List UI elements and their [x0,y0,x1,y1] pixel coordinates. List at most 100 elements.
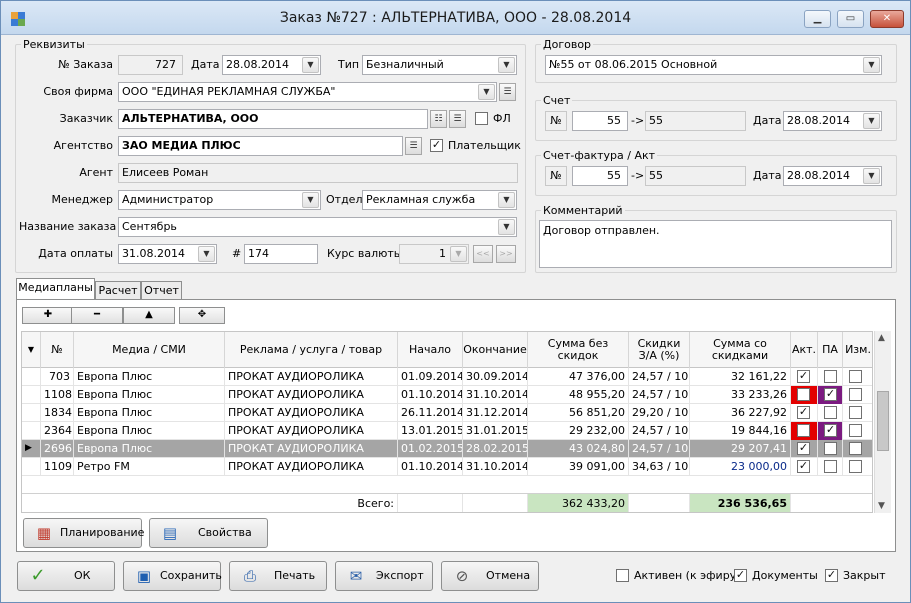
prev-button[interactable]: << [473,245,493,263]
title-bar: Заказ №727 : АЛЬТЕРНАТИВА, ООО - 28.08.2… [1,1,910,35]
comment-textarea[interactable]: Договор отправлен. [539,220,892,268]
chevron-down-icon[interactable]: ▼ [478,84,495,100]
fl-checkbox[interactable] [475,112,488,125]
chevron-down-icon[interactable]: ▼ [863,113,880,129]
own-firm-select[interactable]: ООО "ЕДИНАЯ РЕКЛАМНАЯ СЛУЖБА" ▼ [118,82,497,102]
closed-checkbox[interactable]: ✓ [825,569,838,582]
pay-date-field[interactable]: 31.08.2014 ▼ [118,244,217,264]
pa-checkbox[interactable]: ✓ [824,388,837,401]
act-checkbox[interactable]: ✓ [797,406,810,419]
act-date-field[interactable]: 28.08.2014 ▼ [783,166,882,186]
scroll-thumb[interactable] [877,391,889,451]
type-select[interactable]: Безналичный ▼ [362,55,517,75]
manager-select[interactable]: Администратор ▼ [118,190,321,210]
pa-checkbox[interactable] [824,460,837,473]
col-start[interactable]: Начало [398,332,463,368]
chevron-down-icon[interactable]: ▼ [498,219,515,235]
chevron-down-icon[interactable]: ▼ [302,57,319,73]
sort-icon[interactable]: ▼ [22,332,41,368]
cell-num: 703 [41,368,74,386]
chevron-up-icon[interactable]: ▲ [878,333,885,343]
chg-checkbox[interactable] [849,442,862,455]
planning-button[interactable]: ▦ Планирование [23,518,144,548]
payer-checkbox[interactable]: ✓ [430,139,443,152]
list-icon[interactable]: ☰ [499,83,516,101]
chg-checkbox[interactable] [849,460,862,473]
chevron-down-icon[interactable]: ▼ [498,57,515,73]
chevron-down-icon[interactable]: ▼ [498,192,515,208]
chg-checkbox[interactable] [849,370,862,383]
order-date-field[interactable]: 28.08.2014 ▼ [222,55,321,75]
chg-checkbox[interactable] [849,406,862,419]
chevron-down-icon[interactable]: ▼ [878,501,885,511]
invoice-date-field[interactable]: 28.08.2014 ▼ [783,111,882,131]
agency-field[interactable]: ЗАО МЕДИА ПЛЮС [118,136,403,156]
documents-checkbox[interactable]: ✓ [734,569,747,582]
col-pa[interactable]: ПА [818,332,843,368]
card-icon[interactable]: ☷ [430,110,447,128]
table-row[interactable]: 2364 Европа Плюс ПРОКАТ АУДИОРОЛИКА 13.01.2… [22,422,872,440]
remove-row-button[interactable]: ━ [71,307,123,324]
act-checkbox[interactable]: ✓ [797,370,810,383]
col-end[interactable]: Окончание [463,332,528,368]
minimize-button[interactable]: ▁ [804,10,831,28]
list-icon[interactable]: ☰ [405,137,422,155]
invoice-no-field[interactable]: 55 [572,111,628,131]
act-checkbox[interactable]: ✓ [797,460,810,473]
move-up-button[interactable]: ▲ [123,307,175,324]
chevron-down-icon[interactable]: ▼ [302,192,319,208]
mediaplans-table: ▼ № Медиа / СМИ Реклама / услуга / товар… [21,331,873,513]
col-act[interactable]: Акт. [791,332,818,368]
act-checkbox[interactable] [797,388,810,401]
order-name-select[interactable]: Сентябрь ▼ [118,217,517,237]
act-checkbox[interactable]: ✓ [797,442,810,455]
cancel-button[interactable]: ⊘ Отмена [441,561,539,591]
check-icon: ✓ [30,565,46,586]
print-button[interactable]: ⎙ Печать [229,561,327,591]
customer-field[interactable]: АЛЬТЕРНАТИВА, ООО [118,109,428,129]
tool-button[interactable]: ✥ [179,307,225,324]
chg-checkbox[interactable] [849,424,862,437]
pa-checkbox[interactable]: ✓ [824,424,837,437]
chevron-down-icon[interactable]: ▼ [863,57,880,73]
col-num[interactable]: № [41,332,74,368]
table-row[interactable]: 703 Европа Плюс ПРОКАТ АУДИОРОЛИКА 01.09.20… [22,368,872,386]
contract-select[interactable]: №55 от 08.06.2015 Основной ▼ [545,55,882,75]
col-sum[interactable]: Сумма без скидок [528,332,629,368]
chg-checkbox[interactable] [849,388,862,401]
pa-checkbox[interactable] [824,370,837,383]
mail-icon: ✉ [349,567,363,585]
cell-media: Европа Плюс [74,404,225,422]
table-row[interactable]: 1834 Европа Плюс ПРОКАТ АУДИОРОЛИКА 26.11.2… [22,404,872,422]
add-row-button[interactable]: ✚ [22,307,74,324]
table-row[interactable]: 1109 Ретро FM ПРОКАТ АУДИОРОЛИКА 01.10.2014… [22,458,872,476]
act-no-field[interactable]: 55 [572,166,628,186]
dept-select[interactable]: Рекламная служба ▼ [362,190,517,210]
save-button[interactable]: ▣ Сохранить [123,561,222,591]
table-row[interactable]: 1108 Европа Плюс ПРОКАТ АУДИОРОЛИКА 01.10.2… [22,386,872,404]
chevron-down-icon[interactable]: ▼ [863,168,880,184]
tab-calc[interactable]: Расчет [95,281,141,300]
table-row[interactable]: ▶ 2696 Европа Плюс ПРОКАТ АУДИОРОЛИКА 01.02.… [22,440,872,458]
next-button[interactable]: >> [496,245,516,263]
col-disc[interactable]: Скидки З/А (%) [629,332,690,368]
col-chg[interactable]: Изм. [843,332,872,368]
pa-checkbox[interactable] [824,442,837,455]
act-checkbox[interactable] [797,424,810,437]
chevron-down-icon[interactable]: ▼ [198,246,215,262]
list-icon[interactable]: ☰ [449,110,466,128]
maximize-button[interactable]: ▭ [837,10,864,28]
hash-field[interactable]: 174 [244,244,318,264]
col-media[interactable]: Медиа / СМИ [74,332,225,368]
table-scrollbar[interactable]: ▲ ▼ [874,331,891,513]
properties-button[interactable]: ▤ Свойства [149,518,268,548]
col-sumd[interactable]: Сумма со скидками [690,332,791,368]
ok-button[interactable]: ✓ ОК [17,561,115,591]
export-button[interactable]: ✉ Экспорт [335,561,433,591]
pa-checkbox[interactable] [824,406,837,419]
tab-report[interactable]: Отчет [141,281,182,300]
tab-mediaplans[interactable]: Медиапланы [16,278,95,301]
close-button[interactable]: ✕ [870,10,904,28]
col-ad[interactable]: Реклама / услуга / товар [225,332,398,368]
active-checkbox[interactable] [616,569,629,582]
